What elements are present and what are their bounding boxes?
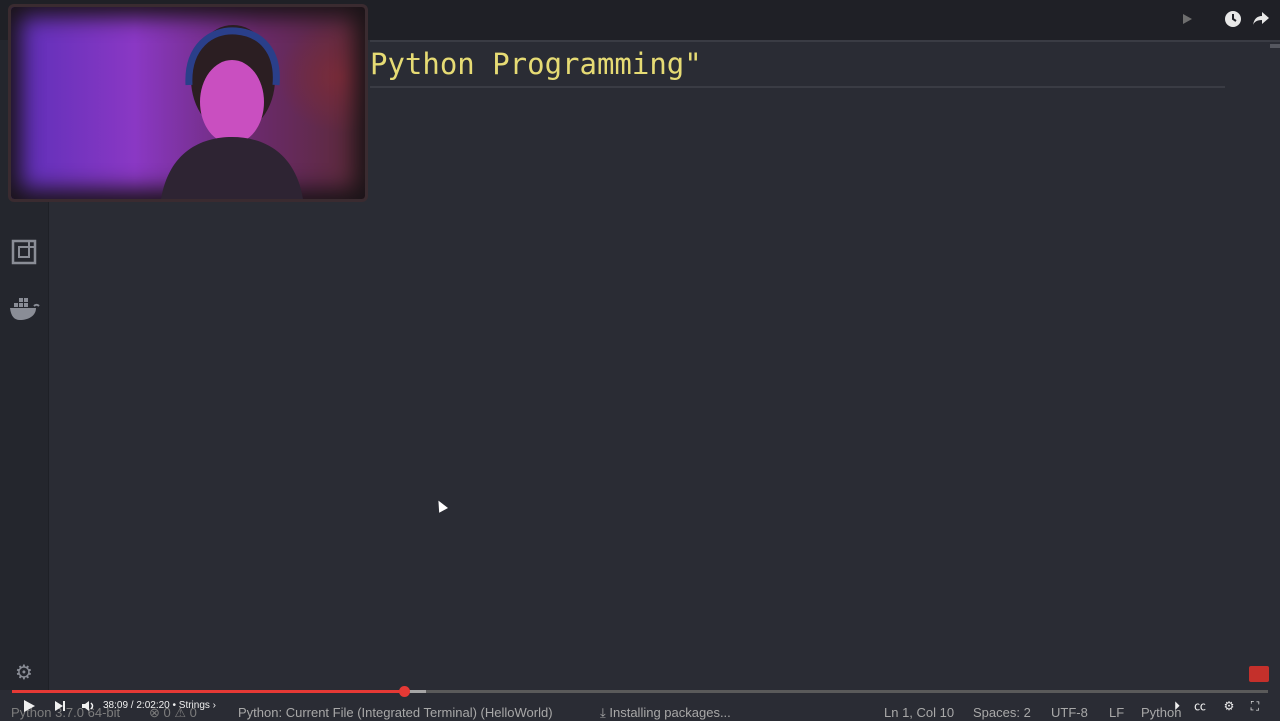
progress-played xyxy=(12,690,404,693)
player-controls: 38:09 / 2:02:20 • Strings › ⏵ ㏄ ⚙ ⛶ xyxy=(0,695,1280,720)
play-icon[interactable] xyxy=(1176,10,1198,32)
subscribe-badge-icon[interactable] xyxy=(1249,666,1269,682)
settings-icon[interactable]: ⚙ xyxy=(1220,698,1238,714)
scrollbar-thumb[interactable] xyxy=(1270,44,1280,48)
video-progress-bar[interactable] xyxy=(12,686,1268,697)
autoplay-toggle-icon[interactable]: ⏵ xyxy=(1168,698,1186,714)
subtitles-icon[interactable]: ㏄ xyxy=(1191,698,1209,714)
docker-icon[interactable] xyxy=(8,292,40,324)
remote-explorer-icon[interactable] xyxy=(8,236,40,268)
time-display[interactable]: 38:09 / 2:02:20 • Strings › xyxy=(103,699,216,713)
settings-gear-icon[interactable]: ⚙ xyxy=(12,660,36,684)
next-button[interactable] xyxy=(53,698,67,720)
code-line-string[interactable]: Python Programming" xyxy=(370,44,702,84)
volume-button[interactable] xyxy=(80,698,96,720)
fullscreen-icon[interactable]: ⛶ xyxy=(1246,698,1264,714)
webcam-overlay xyxy=(8,4,368,202)
current-line-highlight xyxy=(370,86,1225,88)
share-icon[interactable] xyxy=(1250,10,1272,32)
watch-later-icon[interactable] xyxy=(1222,10,1244,32)
play-button[interactable] xyxy=(22,698,36,720)
